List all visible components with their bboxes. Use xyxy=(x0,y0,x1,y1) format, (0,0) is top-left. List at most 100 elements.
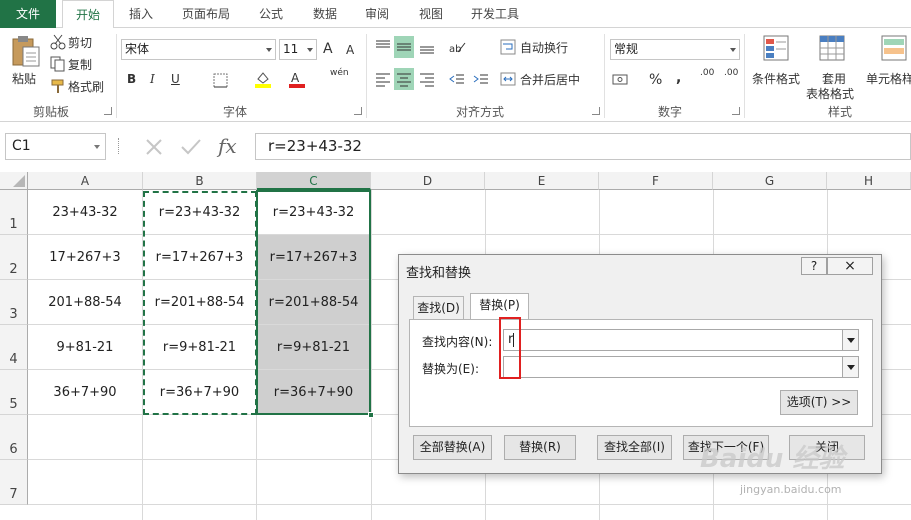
name-box-value: C1 xyxy=(12,138,31,154)
enter-icon[interactable] xyxy=(180,137,202,157)
italic-button[interactable]: I xyxy=(150,72,155,86)
help-button[interactable]: ? xyxy=(801,257,827,275)
alignment-launcher-icon[interactable] xyxy=(592,107,600,115)
row-header-1[interactable]: 1 xyxy=(0,190,28,235)
column-header-h[interactable]: H xyxy=(827,172,911,190)
column-header-e[interactable]: E xyxy=(485,172,599,190)
options-button[interactable]: 选项(T) >> xyxy=(780,390,858,415)
number-launcher-icon[interactable] xyxy=(732,107,740,115)
align-center-button[interactable] xyxy=(394,68,414,90)
column-header-b[interactable]: B xyxy=(143,172,257,190)
cell-styles-icon xyxy=(881,35,907,61)
column-header-a[interactable]: A xyxy=(28,172,143,190)
tab-page-layout[interactable]: 页面布局 xyxy=(170,0,242,28)
font-name-value: 宋体 xyxy=(125,42,150,56)
tab-file[interactable]: 文件 xyxy=(0,0,56,28)
currency-icon[interactable] xyxy=(612,70,630,88)
chevron-down-icon xyxy=(266,48,272,52)
replace-button[interactable]: 替换(R) xyxy=(504,435,576,460)
font-size-combo[interactable]: 11 xyxy=(279,39,317,60)
format-painter-button[interactable]: 格式刷 xyxy=(50,77,110,95)
comma-button[interactable]: , xyxy=(676,70,681,86)
increase-decimal-button[interactable]: .00 xyxy=(700,68,714,78)
font-launcher-icon[interactable] xyxy=(354,107,362,115)
cell-styles-label: 单元格样 xyxy=(866,72,911,86)
increase-indent-icon[interactable] xyxy=(472,70,490,88)
column-header-f[interactable]: F xyxy=(599,172,713,190)
tab-developer[interactable]: 开发工具 xyxy=(462,0,528,28)
column-header-c[interactable]: C xyxy=(257,172,371,190)
copy-button[interactable]: 复制 xyxy=(50,55,106,73)
find-all-button[interactable]: 查找全部(I) xyxy=(597,435,672,460)
clipboard-launcher-icon[interactable] xyxy=(104,107,112,115)
fill-handle[interactable] xyxy=(368,412,374,418)
chevron-down-icon xyxy=(94,145,100,149)
decrease-decimal-button[interactable]: .00 xyxy=(724,68,738,78)
svg-text:A: A xyxy=(291,71,300,85)
grow-font-button[interactable]: A xyxy=(323,41,333,57)
tab-review[interactable]: 审阅 xyxy=(352,0,402,28)
number-format-combo[interactable]: 常规 xyxy=(610,39,740,60)
alignment-group-label: 对齐方式 xyxy=(455,105,504,119)
find-dropdown-icon[interactable] xyxy=(842,330,858,350)
merge-center-button[interactable]: 合并后居中 xyxy=(500,70,598,90)
conditional-format-button[interactable]: 条件格式 xyxy=(750,32,804,98)
font-name-combo[interactable]: 宋体 xyxy=(121,39,276,60)
merge-icon xyxy=(500,72,516,86)
cell-styles-button[interactable]: 单元格样 xyxy=(862,32,911,98)
percent-button[interactable]: % xyxy=(649,72,662,88)
font-color-icon[interactable]: A xyxy=(288,70,306,88)
replace-with-input[interactable] xyxy=(503,356,859,378)
row-header-7[interactable]: 7 xyxy=(0,460,28,505)
format-as-table-button[interactable]: 套用 表格格式 xyxy=(804,32,860,101)
tab-view[interactable]: 视图 xyxy=(406,0,456,28)
row-header-3[interactable]: 3 xyxy=(0,280,28,325)
align-right-icon[interactable] xyxy=(418,70,436,88)
close-icon[interactable]: × xyxy=(827,257,873,275)
row-header-4[interactable]: 4 xyxy=(0,325,28,370)
cut-button[interactable]: 剪切 xyxy=(50,33,100,51)
tab-data[interactable]: 数据 xyxy=(300,0,350,28)
column-header-d[interactable]: D xyxy=(371,172,485,190)
find-what-label: 查找内容(N): xyxy=(422,335,493,349)
underline-button[interactable]: U xyxy=(171,72,180,86)
align-bottom-icon[interactable] xyxy=(418,38,436,56)
align-left-icon[interactable] xyxy=(374,70,392,88)
shrink-font-button[interactable]: A xyxy=(346,43,354,57)
select-all-corner[interactable] xyxy=(0,172,28,190)
number-group-label: 数字 xyxy=(657,105,682,119)
cancel-icon[interactable] xyxy=(144,137,164,157)
tab-find[interactable]: 查找(D) xyxy=(413,296,464,320)
tab-home[interactable]: 开始 xyxy=(62,0,114,29)
fill-color-icon[interactable] xyxy=(254,70,272,88)
find-what-input[interactable]: r xyxy=(503,329,859,351)
tab-insert[interactable]: 插入 xyxy=(116,0,166,28)
tab-formulas[interactable]: 公式 xyxy=(246,0,296,28)
replace-all-button[interactable]: 全部替换(A) xyxy=(413,435,492,460)
row-header-6[interactable]: 6 xyxy=(0,415,28,460)
wrap-text-button[interactable]: 自动换行 xyxy=(500,38,580,58)
formula-bar-grip[interactable] xyxy=(118,138,122,154)
formula-input[interactable]: r=23+43-32 xyxy=(255,133,911,160)
align-top-icon[interactable] xyxy=(374,38,392,56)
column-header-g[interactable]: G xyxy=(713,172,827,190)
orientation-icon[interactable]: ab xyxy=(448,38,466,56)
name-box[interactable]: C1 xyxy=(5,133,106,160)
bold-button[interactable]: B xyxy=(127,72,136,86)
paste-button[interactable]: 粘贴 xyxy=(8,32,44,96)
border-icon[interactable] xyxy=(212,72,230,90)
decrease-indent-icon[interactable] xyxy=(448,70,466,88)
font-group-label: 字体 xyxy=(222,105,247,119)
replace-panel: 查找内容(N): r 替换为(E): 选项(T) >> xyxy=(409,319,873,427)
conditional-format-label: 条件格式 xyxy=(752,72,801,86)
replace-dropdown-icon[interactable] xyxy=(842,357,858,377)
ribbon-tab-bar: 文件 开始 插入 页面布局 公式 数据 审阅 视图 开发工具 xyxy=(0,0,911,29)
phonetic-button[interactable]: wén xyxy=(330,68,349,78)
insert-function-button[interactable]: fx xyxy=(218,134,237,158)
row-header-2[interactable]: 2 xyxy=(0,235,28,280)
wrap-text-label: 自动换行 xyxy=(520,41,569,55)
align-middle-button[interactable] xyxy=(394,36,414,58)
chevron-down-icon xyxy=(730,48,736,52)
row-header-5[interactable]: 5 xyxy=(0,370,28,415)
styles-group-label: 样式 xyxy=(827,105,852,119)
